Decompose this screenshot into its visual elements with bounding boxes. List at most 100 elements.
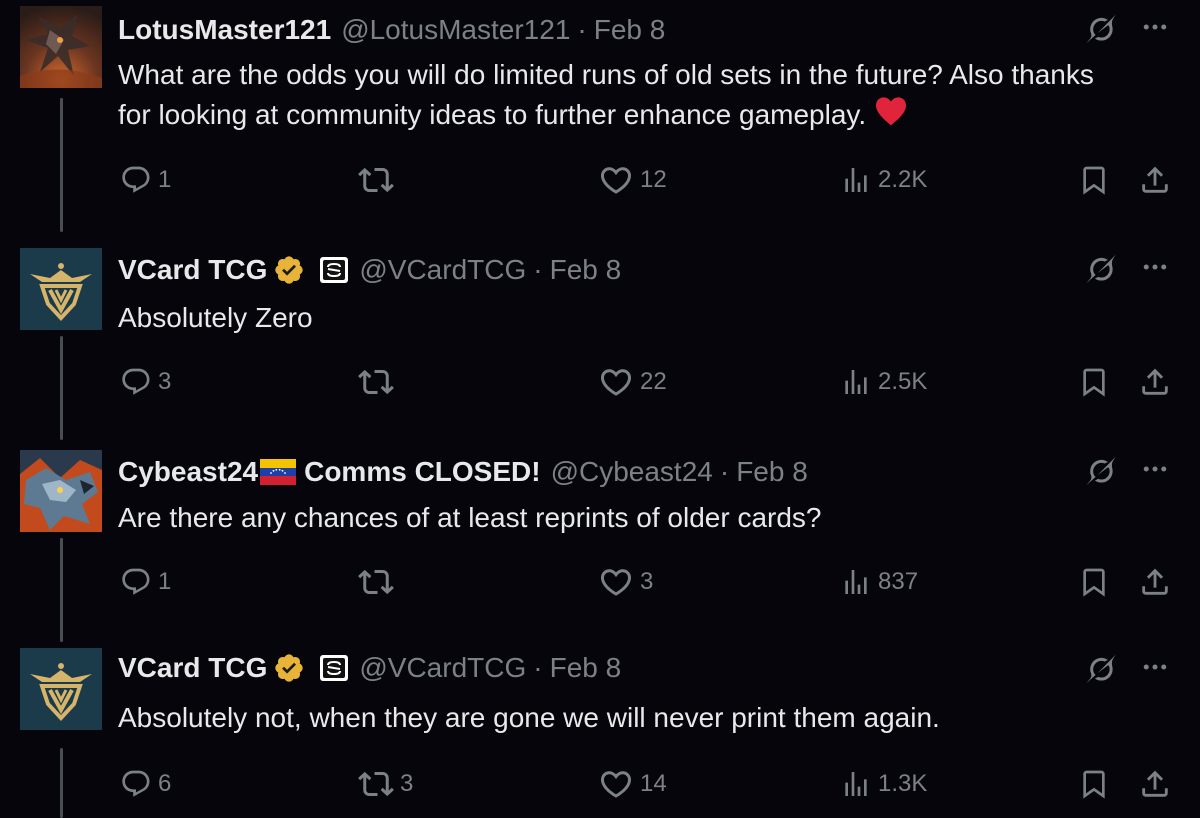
repost-button[interactable]: 3 bbox=[358, 764, 413, 804]
more-icon bbox=[1143, 264, 1167, 270]
separator-dot: · bbox=[719, 456, 730, 487]
views-icon bbox=[840, 768, 872, 800]
heart-icon bbox=[598, 162, 634, 198]
heart-icon bbox=[598, 564, 634, 600]
avatar[interactable] bbox=[20, 6, 102, 88]
avatar[interactable] bbox=[20, 648, 102, 730]
more-button[interactable] bbox=[1140, 12, 1170, 47]
share-icon bbox=[1138, 565, 1172, 599]
affiliate-badge-icon[interactable] bbox=[319, 654, 349, 682]
verified-badge-icon[interactable] bbox=[273, 652, 305, 684]
repost-button[interactable] bbox=[358, 562, 400, 602]
views-icon bbox=[840, 366, 872, 398]
avatar[interactable] bbox=[20, 450, 102, 532]
bookmark-button[interactable] bbox=[1078, 562, 1110, 602]
tweet-header: VCard TCG @VCardTCG · Feb 8 bbox=[118, 648, 621, 688]
bookmark-icon bbox=[1078, 768, 1110, 800]
avatar[interactable] bbox=[20, 248, 102, 330]
display-name[interactable]: LotusMaster121 bbox=[118, 14, 331, 46]
user-handle[interactable]: @Cybeast24 bbox=[551, 456, 713, 488]
verified-badge-icon[interactable] bbox=[273, 254, 305, 286]
user-handle[interactable]: @VCardTCG bbox=[359, 254, 526, 286]
reply-count: 6 bbox=[158, 770, 172, 797]
tweet-text: Absolutely Zero bbox=[118, 302, 313, 333]
views-button[interactable]: 1.3K bbox=[840, 764, 927, 804]
action-bar: 6 3 14 1.3K bbox=[0, 764, 1200, 804]
reply-icon bbox=[120, 768, 152, 800]
mech-dragon-avatar-icon bbox=[20, 450, 102, 532]
reply-icon bbox=[120, 164, 152, 196]
like-button[interactable]: 14 bbox=[598, 764, 667, 804]
view-count: 837 bbox=[878, 568, 919, 595]
bookmark-button[interactable] bbox=[1078, 362, 1110, 402]
reply-button[interactable]: 3 bbox=[120, 362, 171, 402]
share-button[interactable] bbox=[1138, 562, 1172, 602]
bookmark-button[interactable] bbox=[1078, 160, 1110, 200]
reply-count: 1 bbox=[158, 568, 172, 595]
tweet-text: What are the odds you will do limited ru… bbox=[118, 55, 1128, 137]
reply-button[interactable]: 1 bbox=[120, 562, 171, 602]
views-icon bbox=[840, 566, 872, 598]
repost-count: 3 bbox=[400, 770, 414, 797]
bookmark-icon bbox=[1078, 566, 1110, 598]
repost-button[interactable] bbox=[358, 160, 400, 200]
display-name[interactable]: VCard TCG bbox=[118, 652, 267, 684]
grok-icon bbox=[1086, 654, 1116, 684]
reply-button[interactable]: 6 bbox=[120, 764, 171, 804]
reply-button[interactable]: 1 bbox=[120, 160, 171, 200]
more-button[interactable] bbox=[1140, 252, 1170, 287]
tweet-text-content: What are the odds you will do limited ru… bbox=[118, 59, 1094, 130]
reply-icon bbox=[120, 566, 152, 598]
venezuela-flag-icon bbox=[260, 459, 297, 485]
views-button[interactable]: 837 bbox=[840, 562, 918, 602]
tweet[interactable]: VCard TCG @VCardTCG · Feb 8 Absolutely n… bbox=[0, 640, 1200, 818]
more-button[interactable] bbox=[1140, 454, 1170, 489]
grok-button[interactable] bbox=[1086, 456, 1116, 491]
action-bar: 3 22 2.5K bbox=[0, 362, 1200, 402]
like-button[interactable]: 22 bbox=[598, 362, 667, 402]
timestamp[interactable]: Feb 8 bbox=[594, 14, 666, 46]
bookmark-icon bbox=[1078, 366, 1110, 398]
display-name-suffix[interactable]: Comms CLOSED! bbox=[304, 456, 540, 488]
view-count: 2.5K bbox=[878, 368, 928, 395]
action-bar: 1 12 2.2K bbox=[0, 160, 1200, 200]
like-button[interactable]: 12 bbox=[598, 160, 667, 200]
user-handle[interactable]: @LotusMaster121 bbox=[341, 14, 570, 46]
grok-button[interactable] bbox=[1086, 654, 1116, 689]
affiliate-badge-icon[interactable] bbox=[319, 256, 349, 284]
heart-icon bbox=[598, 766, 634, 802]
tweet[interactable]: Cybeast24 Comms CLOSED! @Cybeast24 · Feb… bbox=[0, 442, 1200, 642]
share-icon bbox=[1138, 365, 1172, 399]
separator-dot: · bbox=[533, 652, 543, 683]
share-button[interactable] bbox=[1138, 160, 1172, 200]
tweet[interactable]: LotusMaster121 @LotusMaster121 · Feb 8 W… bbox=[0, 0, 1200, 236]
tweet-header: LotusMaster121 @LotusMaster121 · Feb 8 bbox=[118, 10, 665, 50]
repost-icon bbox=[358, 364, 394, 400]
red-heart-icon bbox=[874, 96, 908, 137]
user-handle[interactable]: @VCardTCG bbox=[359, 652, 526, 684]
views-button[interactable]: 2.5K bbox=[840, 362, 927, 402]
timestamp[interactable]: Feb 8 bbox=[736, 456, 808, 488]
like-button[interactable]: 3 bbox=[598, 562, 653, 602]
share-button[interactable] bbox=[1138, 362, 1172, 402]
views-button[interactable]: 2.2K bbox=[840, 160, 927, 200]
bookmark-button[interactable] bbox=[1078, 764, 1110, 804]
timestamp[interactable]: Feb 8 bbox=[550, 652, 622, 684]
display-name[interactable]: Cybeast24 bbox=[118, 456, 258, 488]
view-count: 1.3K bbox=[878, 770, 928, 797]
tweet[interactable]: VCard TCG @VCardTCG · Feb 8 Absolutely Z… bbox=[0, 240, 1200, 440]
dragon-avatar-icon bbox=[20, 6, 102, 88]
grok-button[interactable] bbox=[1086, 254, 1116, 289]
view-count: 2.2K bbox=[878, 166, 928, 193]
timestamp[interactable]: Feb 8 bbox=[550, 254, 622, 286]
bookmark-icon bbox=[1078, 164, 1110, 196]
views-icon bbox=[840, 164, 872, 196]
like-count: 12 bbox=[640, 166, 667, 193]
reply-count: 1 bbox=[158, 166, 172, 193]
grok-button[interactable] bbox=[1086, 14, 1116, 49]
share-button[interactable] bbox=[1138, 764, 1172, 804]
repost-button[interactable] bbox=[358, 362, 400, 402]
more-button[interactable] bbox=[1140, 652, 1170, 687]
share-icon bbox=[1138, 767, 1172, 801]
display-name[interactable]: VCard TCG bbox=[118, 254, 267, 286]
